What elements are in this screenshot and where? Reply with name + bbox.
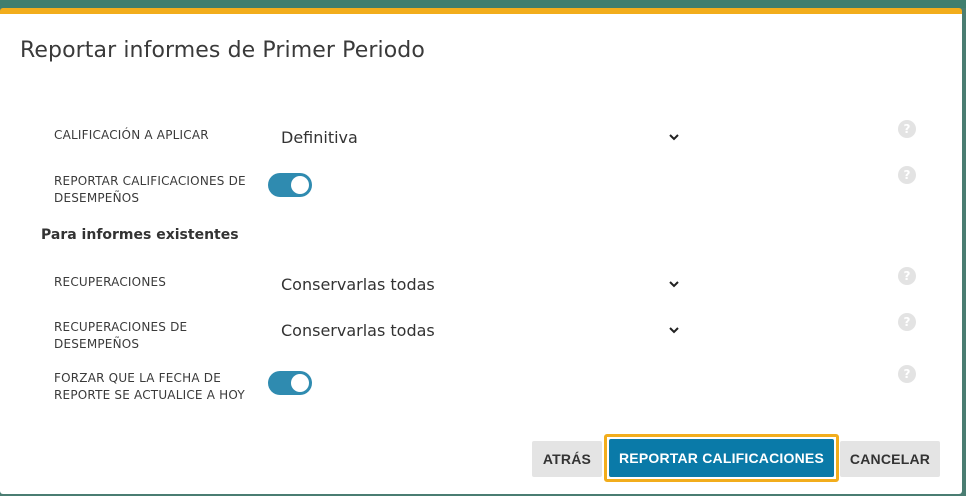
forzar-fecha-toggle[interactable]	[268, 371, 312, 395]
chevron-down-icon	[669, 327, 679, 334]
back-button[interactable]: ATRÁS	[532, 441, 602, 477]
report-dialog: Reportar informes de Primer Periodo CALI…	[0, 8, 962, 494]
recuperaciones-select[interactable]: Conservarlas todas	[272, 268, 688, 300]
recuperaciones-value: Conservarlas todas	[281, 274, 435, 294]
chevron-down-icon	[669, 134, 679, 141]
calificacion-value: Definitiva	[281, 127, 358, 147]
reportar-desempenos-label-line1: REPORTAR CALIFICACIONES DE	[54, 174, 246, 188]
calificacion-select[interactable]: Definitiva	[272, 121, 688, 153]
window-top-band	[0, 0, 966, 8]
recuperaciones-desempenos-label: RECUPERACIONES DE DESEMPEÑOS	[54, 319, 187, 353]
help-icon[interactable]: ?	[898, 120, 916, 138]
forzar-fecha-label: FORZAR QUE LA FECHA DE REPORTE SE ACTUAL…	[54, 370, 245, 404]
calificacion-label: CALIFICACIÓN A APLICAR	[54, 128, 209, 142]
help-icon[interactable]: ?	[898, 166, 916, 184]
section-title-existing: Para informes existentes	[41, 227, 239, 243]
help-icon[interactable]: ?	[898, 267, 916, 285]
recuperaciones-desempenos-label-line1: RECUPERACIONES DE	[54, 320, 188, 334]
reportar-desempenos-toggle[interactable]	[268, 173, 312, 197]
help-icon[interactable]: ?	[898, 313, 916, 331]
recuperaciones-desempenos-select[interactable]: Conservarlas todas	[272, 314, 688, 346]
toggle-knob	[291, 374, 309, 392]
chevron-down-icon	[669, 281, 679, 288]
forzar-fecha-label-line1: FORZAR QUE LA FECHA DE	[54, 371, 222, 385]
recuperaciones-desempenos-value: Conservarlas todas	[281, 320, 435, 340]
help-icon[interactable]: ?	[898, 365, 916, 383]
reportar-desempenos-label: REPORTAR CALIFICACIONES DE DESEMPEÑOS	[54, 173, 246, 207]
report-grades-button[interactable]: REPORTAR CALIFICACIONES	[609, 439, 834, 477]
recuperaciones-desempenos-label-line2: DESEMPEÑOS	[54, 337, 140, 351]
cancel-button[interactable]: CANCELAR	[840, 441, 940, 477]
recuperaciones-label: RECUPERACIONES	[54, 275, 167, 289]
forzar-fecha-label-line2: REPORTE SE ACTUALICE A HOY	[54, 388, 245, 402]
dialog-title: Reportar informes de Primer Periodo	[20, 38, 425, 63]
toggle-knob	[291, 176, 309, 194]
reportar-desempenos-label-line2: DESEMPEÑOS	[54, 191, 140, 205]
